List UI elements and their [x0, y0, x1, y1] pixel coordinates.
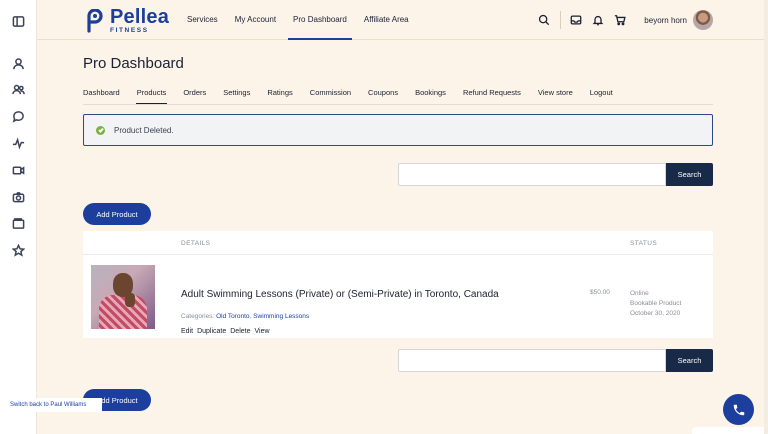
view-link[interactable]: View	[254, 328, 269, 335]
tab-coupons[interactable]: Coupons	[368, 88, 398, 104]
tab-refund-requests[interactable]: Refund Requests	[463, 88, 521, 104]
nav-affiliate-area[interactable]: Affiliate Area	[364, 0, 409, 40]
camera-icon[interactable]	[11, 190, 25, 204]
search-button[interactable]: Search	[666, 163, 713, 186]
brand-logo[interactable]: Pellea FITNESS	[84, 6, 170, 35]
product-search-bottom: Search	[398, 349, 713, 372]
product-actions: Edit Duplicate Delete View	[181, 328, 274, 335]
column-details: DETAILS	[181, 240, 211, 247]
tab-commission[interactable]: Commission	[310, 88, 351, 104]
category-link[interactable]: Swimming Lessons	[253, 313, 309, 320]
dashboard-tabs: Dashboard Products Orders Settings Ratin…	[83, 88, 630, 104]
add-product-button[interactable]: Add Product	[83, 203, 151, 225]
status-type: Bookable Product	[630, 300, 682, 307]
header-actions: beyorn horn	[529, 0, 768, 40]
star-icon[interactable]	[11, 243, 25, 257]
tab-settings[interactable]: Settings	[223, 88, 250, 104]
category-link[interactable]: Old Toronto	[216, 313, 249, 320]
group-icon[interactable]	[11, 82, 25, 96]
search-input[interactable]	[398, 163, 666, 186]
left-rail	[0, 0, 37, 434]
categories-label: Categories:	[181, 313, 215, 320]
check-circle-icon	[96, 125, 105, 135]
phone-call-button[interactable]	[723, 394, 754, 425]
product-status: Online Bookable Product October 30, 2020	[630, 289, 681, 319]
inbox-icon[interactable]	[569, 13, 583, 27]
table-header: DETAILS STATUS	[83, 231, 713, 255]
status-online: Online	[630, 290, 649, 297]
chat-icon[interactable]	[11, 109, 25, 123]
tab-ratings[interactable]: Ratings	[267, 88, 292, 104]
product-price: $50.00	[590, 289, 610, 296]
tab-dashboard[interactable]: Dashboard	[83, 88, 120, 104]
delete-link[interactable]: Delete	[230, 328, 250, 335]
switch-back-link[interactable]: Switch back to Paul Williams	[0, 398, 102, 412]
activity-icon[interactable]	[11, 136, 25, 150]
tab-bookings[interactable]: Bookings	[415, 88, 446, 104]
video-icon[interactable]	[11, 163, 25, 177]
user-name[interactable]: beyorn horn	[644, 16, 687, 25]
main-nav: Services My Account Pro Dashboard Affili…	[187, 0, 426, 40]
tab-orders[interactable]: Orders	[183, 88, 206, 104]
cart-icon[interactable]	[613, 13, 627, 27]
product-categories: Categories: Old Toronto, Swimming Lesson…	[181, 313, 309, 320]
nav-my-account[interactable]: My Account	[235, 0, 276, 40]
chat-widget-tab[interactable]	[692, 427, 768, 434]
tab-logout[interactable]: Logout	[590, 88, 613, 104]
site-header: Pellea FITNESS Services My Account Pro D…	[37, 0, 768, 40]
success-notice: Product Deleted.	[83, 114, 713, 146]
product-thumbnail[interactable]	[91, 265, 155, 329]
tab-products[interactable]: Products	[135, 88, 167, 104]
product-search-top: Search	[398, 163, 713, 186]
notice-message: Product Deleted.	[114, 125, 174, 135]
logo-subtitle: FITNESS	[110, 27, 149, 35]
tab-view-store[interactable]: View store	[538, 88, 573, 104]
header-divider	[560, 11, 562, 29]
nav-pro-dashboard[interactable]: Pro Dashboard	[288, 0, 352, 40]
search-icon[interactable]	[537, 13, 551, 27]
scrollbar[interactable]	[764, 0, 768, 434]
column-status: STATUS	[630, 240, 658, 247]
table-row: Adult Swimming Lessons (Private) or (Sem…	[83, 255, 713, 338]
status-date: October 30, 2020	[630, 310, 681, 317]
phone-icon	[733, 404, 744, 415]
page-title: Pro Dashboard	[83, 55, 184, 72]
folder-icon[interactable]	[11, 216, 25, 230]
logo-name: Pellea	[110, 6, 170, 29]
user-icon[interactable]	[11, 56, 25, 70]
sidebar-toggle-icon[interactable]	[11, 14, 25, 28]
product-title[interactable]: Adult Swimming Lessons (Private) or (Sem…	[181, 289, 499, 300]
duplicate-link[interactable]: Duplicate	[197, 328, 226, 335]
edit-link[interactable]: Edit	[181, 328, 193, 335]
logo-mark-icon	[84, 8, 106, 33]
products-table: DETAILS STATUS Adult Swimming Lessons (P…	[83, 231, 713, 338]
search-button[interactable]: Search	[666, 349, 713, 372]
avatar[interactable]	[693, 10, 713, 30]
search-input[interactable]	[398, 349, 666, 372]
nav-services[interactable]: Services	[187, 0, 218, 40]
tabs-divider	[83, 104, 713, 105]
bell-icon[interactable]	[591, 13, 605, 27]
